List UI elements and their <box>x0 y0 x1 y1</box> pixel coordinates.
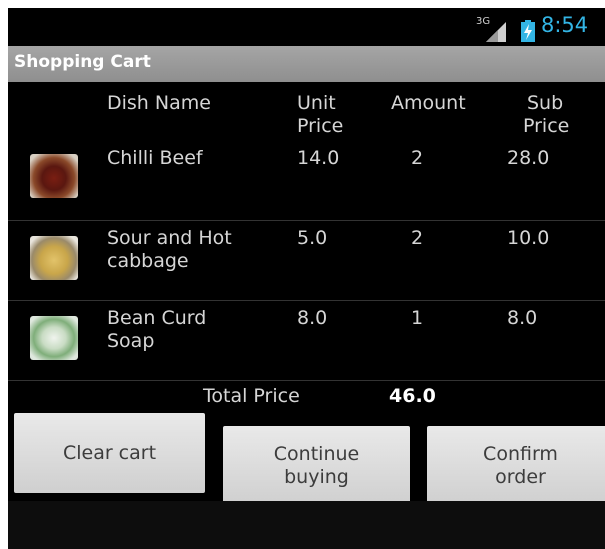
total-price-label: Total Price <box>203 385 300 407</box>
title-bar: Shopping Cart <box>8 46 605 82</box>
status-bar: 3G 8:54 <box>8 8 605 46</box>
sub-price: 8.0 <box>507 307 538 329</box>
dish-name: Chilli Beef <box>107 147 203 169</box>
continue-buying-button[interactable]: Continue buying <box>223 426 410 506</box>
header-amount: Amount <box>391 92 466 114</box>
clear-cart-button[interactable]: Clear cart <box>14 413 205 493</box>
unit-price: 8.0 <box>297 307 328 329</box>
row-divider <box>8 300 605 301</box>
total-price-value: 46.0 <box>389 385 436 407</box>
chilli-beef-image <box>30 154 78 198</box>
dish-name-line2: Soap <box>107 330 155 352</box>
header-unit-price-line2: Price <box>297 115 344 137</box>
row-divider <box>8 220 605 221</box>
amount: 1 <box>411 307 424 329</box>
header-unit-price-line1: Unit <box>297 92 336 114</box>
header-sub-price-line1: Sub <box>527 92 564 114</box>
sub-price: 10.0 <box>507 227 550 249</box>
confirm-order-button[interactable]: Confirm order <box>427 426 605 506</box>
signal-icon <box>486 22 506 42</box>
battery-icon <box>521 20 535 42</box>
clock: 8:54 <box>541 13 589 37</box>
unit-price: 5.0 <box>297 227 328 249</box>
sub-price: 28.0 <box>507 147 550 169</box>
bottom-area <box>8 501 605 549</box>
amount: 2 <box>411 147 424 169</box>
dish-name-line2: cabbage <box>107 250 189 272</box>
phone-screen: 3G 8:54 Shopping Cart Dish Name Unit Pri… <box>8 8 605 549</box>
header-sub-price-line2: Price <box>523 115 570 137</box>
dish-name-line1: Bean Curd <box>107 307 207 329</box>
page-title: Shopping Cart <box>14 52 151 72</box>
bean-curd-soap-image <box>30 316 78 360</box>
sour-hot-cabbage-image <box>30 236 78 280</box>
header-dish-name: Dish Name <box>107 92 211 114</box>
row-divider <box>8 380 605 381</box>
dish-name-line1: Sour and Hot <box>107 227 232 249</box>
unit-price: 14.0 <box>297 147 340 169</box>
amount: 2 <box>411 227 424 249</box>
